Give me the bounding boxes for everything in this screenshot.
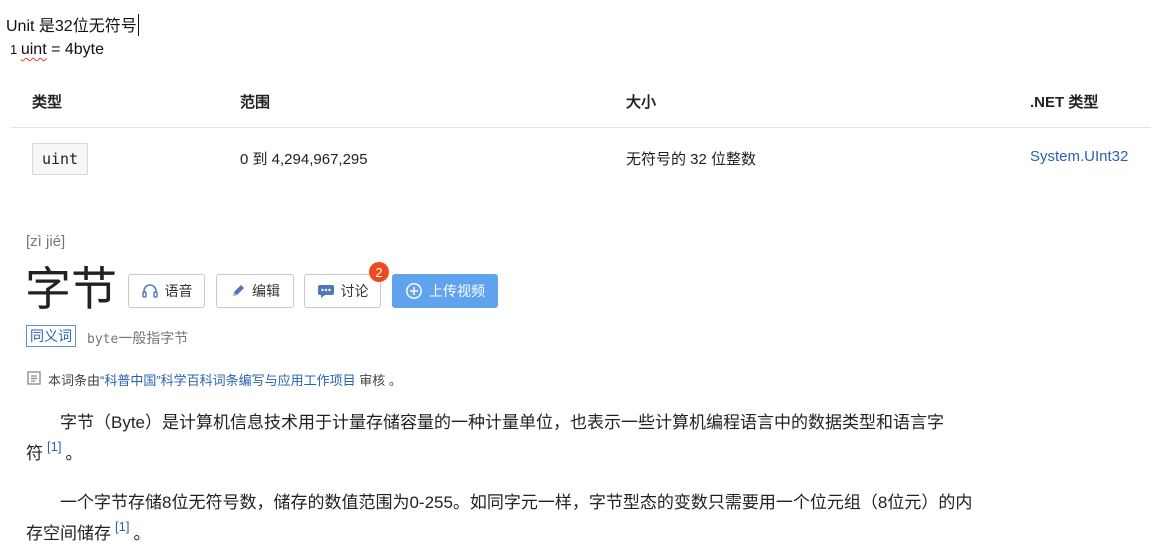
spellcheck-word[interactable]: uint	[21, 41, 47, 58]
edit-button[interactable]: 编辑	[216, 274, 294, 308]
chat-icon	[317, 283, 335, 299]
size-cell: 无符号的 32 位整数	[626, 151, 757, 168]
upload-video-button[interactable]: 上传视频	[392, 274, 498, 308]
entry-title: 字节	[25, 262, 117, 316]
source-project-link[interactable]: “科普中国”科学百科词条编写与应用工作项目	[100, 373, 356, 388]
discuss-button[interactable]: 讨论	[304, 274, 381, 308]
audio-button[interactable]: 语音	[128, 274, 205, 308]
synonym-tag[interactable]: 同义词	[26, 325, 76, 347]
note-line-2[interactable]: 1 uint = 4byte	[10, 41, 104, 59]
range-cell: 0 到 4,294,967,295	[240, 151, 368, 168]
paragraph-2: 一个字节存储8位无符号数，储存的数值范围为0-255。如同字元一样，字节型态的变…	[26, 493, 973, 543]
pencil-icon	[230, 283, 246, 299]
document-icon	[26, 370, 42, 389]
reference-link[interactable]: [1]	[47, 439, 61, 454]
table-divider	[11, 127, 1151, 128]
reference-link[interactable]: [1]	[115, 519, 129, 534]
table-header-type: 类型	[32, 94, 63, 111]
table-header-range: 范围	[240, 94, 271, 111]
type-code-cell: uint	[32, 143, 88, 175]
synonym-text: byte一般指字节	[87, 330, 189, 347]
table-header-size: 大小	[626, 94, 657, 111]
text-caret	[137, 14, 139, 36]
table-header-dotnet: .NET 类型	[1030, 94, 1099, 111]
dotnet-type-link[interactable]: System.UInt32	[1030, 148, 1128, 165]
paragraph-1: 字节（Byte）是计算机信息技术用于计量存储容量的一种计量单位，也表示一些计算机…	[26, 413, 945, 463]
pinyin: [zì jié]	[26, 233, 66, 250]
discuss-count-badge: 2	[369, 262, 389, 282]
headphones-icon	[141, 283, 159, 299]
plus-circle-icon	[405, 282, 423, 300]
note-line-1[interactable]: Unit 是32位无符号	[6, 12, 139, 36]
review-source: 本词条由“科普中国”科学百科词条编写与应用工作项目 审核 。	[26, 370, 402, 389]
